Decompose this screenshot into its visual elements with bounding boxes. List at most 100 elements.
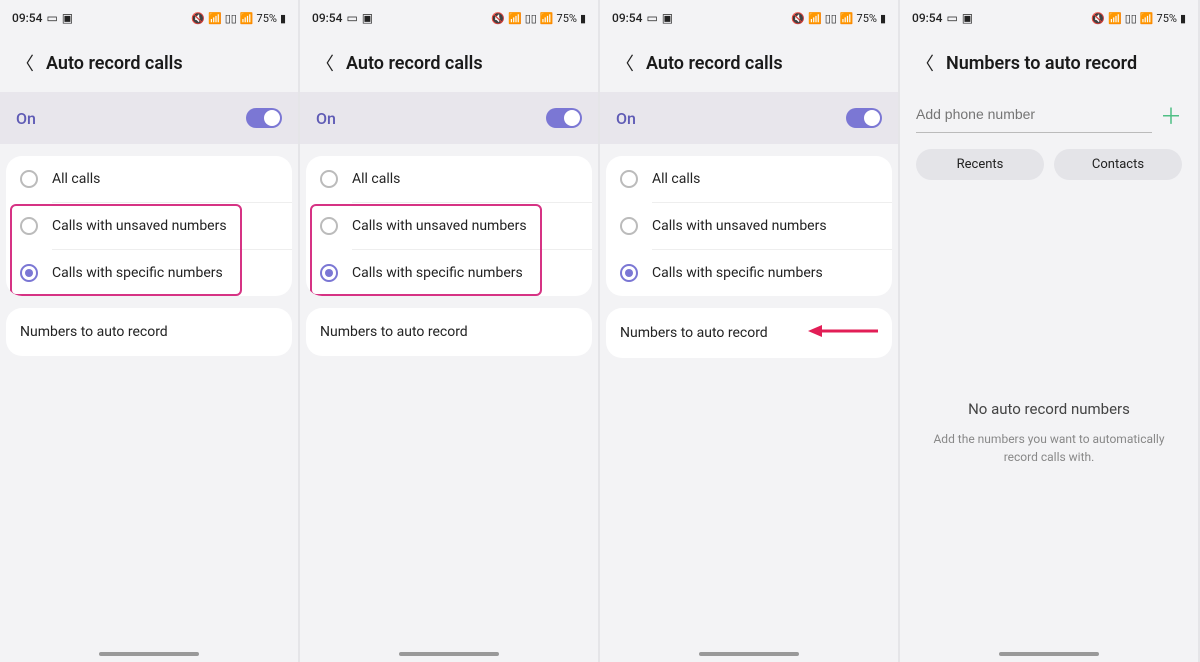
master-toggle-row[interactable]: On [600,92,898,144]
home-indicator[interactable] [99,652,199,656]
battery-icon: ▮ [880,12,886,25]
status-time: 09:54 [12,11,42,25]
home-indicator[interactable] [999,652,1099,656]
gallery-icon: ▭ [946,11,957,25]
battery-text: 75% [257,12,277,25]
status-time: 09:54 [312,11,342,25]
numbers-link-card: Numbers to auto record [606,308,892,358]
screen-auto-record-2: 09:54 ▭ ▣ 🔇 📶 ▯▯ 📶 75% ▮ 〈 Auto record c… [300,0,600,662]
screen-numbers-to-auto-record: 09:54 ▭ ▣ 🔇 📶 ▯▯ 📶 75% ▮ 〈 Numbers to au… [900,0,1200,662]
option-label: Calls with unsaved numbers [352,218,527,234]
numbers-link-card: Numbers to auto record [6,308,292,356]
option-unsaved[interactable]: Calls with unsaved numbers [606,203,892,249]
gallery-icon: ▭ [46,11,57,25]
gallery-icon: ▭ [346,11,357,25]
wifi-icon: 📶 [208,12,222,25]
option-label: All calls [352,171,400,187]
page-header: 〈 Numbers to auto record [900,30,1198,92]
toggle-on[interactable] [546,108,582,128]
battery-text: 75% [857,12,877,25]
options-card: All calls Calls with unsaved numbers Cal… [306,156,592,296]
status-time: 09:54 [912,11,942,25]
page-header: 〈 Auto record calls [300,30,598,92]
picture-icon: ▣ [962,11,973,25]
option-all-calls[interactable]: All calls [606,156,892,202]
empty-title: No auto record numbers [920,400,1178,418]
home-indicator[interactable] [399,652,499,656]
options-card: All calls Calls with unsaved numbers Cal… [6,156,292,296]
radio-selected-icon [320,264,338,282]
mute-icon: 🔇 [491,12,505,25]
source-tabs: Recents Contacts [900,133,1198,180]
numbers-to-auto-record-link[interactable]: Numbers to auto record [606,308,892,358]
numbers-to-auto-record-link[interactable]: Numbers to auto record [306,308,592,356]
page-title: Auto record calls [346,53,483,74]
master-toggle-row[interactable]: On [0,92,298,144]
contacts-button[interactable]: Contacts [1054,149,1182,180]
wifi-icon: 📶 [1108,12,1122,25]
back-icon[interactable]: 〈 [316,50,334,76]
home-indicator[interactable] [699,652,799,656]
status-bar: 09:54 ▭ ▣ 🔇 📶 ▯▯ 📶 75% ▮ [300,0,598,30]
status-time: 09:54 [612,11,642,25]
signal-icon: ▯▯ [225,12,237,25]
status-bar: 09:54 ▭ ▣ 🔇 📶 ▯▯ 📶 75% ▮ [900,0,1198,30]
add-icon[interactable]: ＋ [1160,99,1182,131]
add-number-row: ＋ [900,92,1198,133]
wifi-icon: 📶 [508,12,522,25]
annotation-arrow-icon [808,324,878,342]
picture-icon: ▣ [62,11,73,25]
mute-icon: 🔇 [791,12,805,25]
radio-unselected-icon [320,217,338,235]
page-title: Numbers to auto record [946,53,1137,74]
page-title: Auto record calls [646,53,783,74]
battery-text: 75% [1157,12,1177,25]
page-title: Auto record calls [46,53,183,74]
on-label: On [16,109,36,128]
radio-unselected-icon [20,170,38,188]
option-all-calls[interactable]: All calls [6,156,292,202]
radio-selected-icon [620,264,638,282]
empty-state: No auto record numbers Add the numbers y… [900,400,1198,466]
radio-unselected-icon [20,217,38,235]
battery-icon: ▮ [280,12,286,25]
toggle-on[interactable] [246,108,282,128]
option-label: All calls [52,171,100,187]
options-card: All calls Calls with unsaved numbers Cal… [606,156,892,296]
recents-button[interactable]: Recents [916,149,1044,180]
option-all-calls[interactable]: All calls [306,156,592,202]
option-specific[interactable]: Calls with specific numbers [6,250,292,296]
page-header: 〈 Auto record calls [600,30,898,92]
radio-unselected-icon [620,170,638,188]
option-label: All calls [652,171,700,187]
back-icon[interactable]: 〈 [916,50,934,76]
empty-subtitle: Add the numbers you want to automaticall… [920,430,1178,466]
back-icon[interactable]: 〈 [16,50,34,76]
signal-icon: ▯▯ [825,12,837,25]
signal-bars-icon: 📶 [840,12,854,25]
status-bar: 09:54 ▭ ▣ 🔇 📶 ▯▯ 📶 75% ▮ [0,0,298,30]
mute-icon: 🔇 [1091,12,1105,25]
option-unsaved[interactable]: Calls with unsaved numbers [6,203,292,249]
signal-bars-icon: 📶 [1140,12,1154,25]
screen-auto-record-1: 09:54 ▭ ▣ 🔇 📶 ▯▯ 📶 75% ▮ 〈 Auto record c… [0,0,300,662]
link-label: Numbers to auto record [620,325,768,341]
back-icon[interactable]: 〈 [616,50,634,76]
battery-text: 75% [557,12,577,25]
numbers-to-auto-record-link[interactable]: Numbers to auto record [6,308,292,356]
picture-icon: ▣ [362,11,373,25]
phone-number-input[interactable] [916,96,1152,133]
option-unsaved[interactable]: Calls with unsaved numbers [306,203,592,249]
option-specific[interactable]: Calls with specific numbers [606,250,892,296]
master-toggle-row[interactable]: On [300,92,598,144]
toggle-on[interactable] [846,108,882,128]
option-label: Calls with specific numbers [52,265,223,281]
option-specific[interactable]: Calls with specific numbers [306,250,592,296]
option-label: Calls with specific numbers [652,265,823,281]
battery-icon: ▮ [580,12,586,25]
battery-icon: ▮ [1180,12,1186,25]
gallery-icon: ▭ [646,11,657,25]
picture-icon: ▣ [662,11,673,25]
radio-selected-icon [20,264,38,282]
on-label: On [316,109,336,128]
